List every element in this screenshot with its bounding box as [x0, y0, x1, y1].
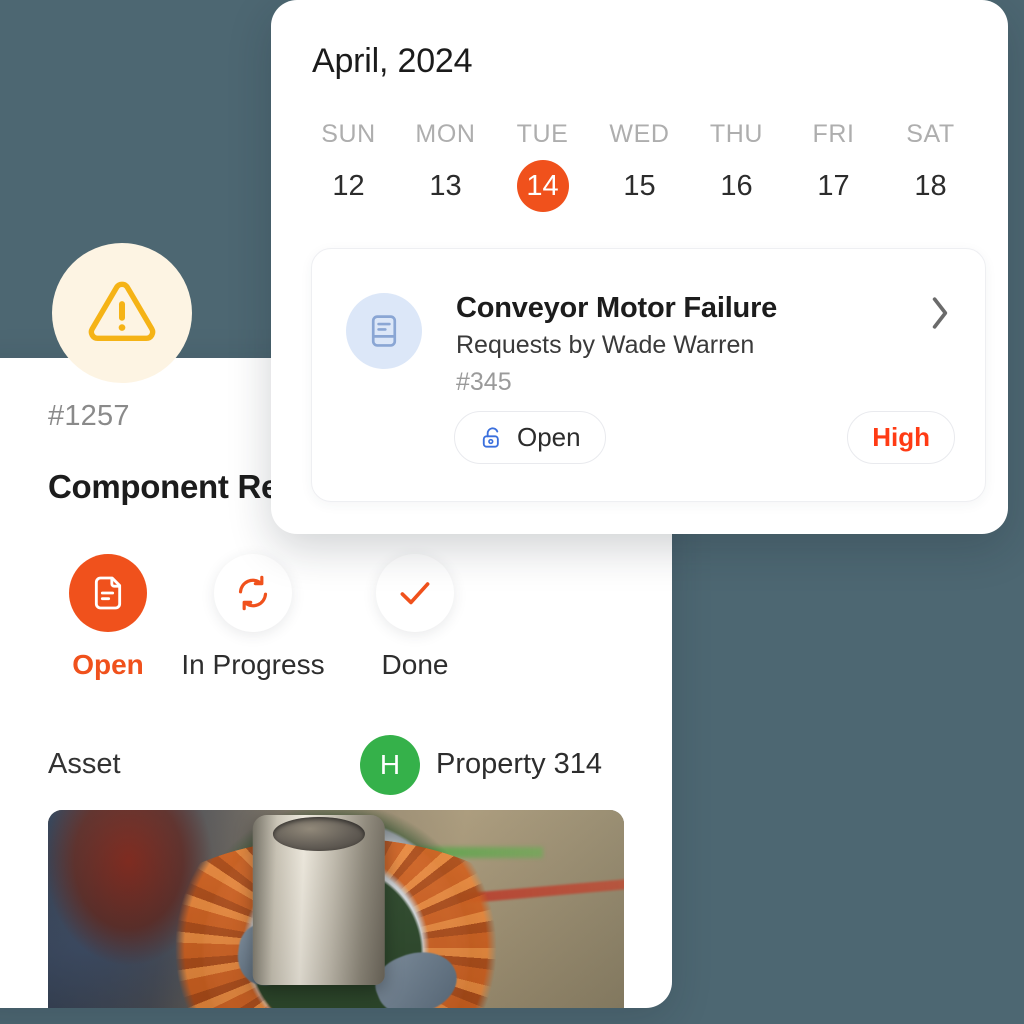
request-priority-chip[interactable]: High — [847, 411, 955, 464]
status-step-in-progress-circle[interactable] — [214, 554, 292, 632]
status-step-open-circle[interactable] — [69, 554, 147, 632]
calendar-day-sat[interactable]: SAT 18 — [882, 120, 979, 212]
calendar-date[interactable]: 18 — [905, 160, 957, 212]
calendar-dow-label: THU — [709, 120, 764, 148]
calendar-day-mon[interactable]: MON 13 — [397, 120, 494, 212]
status-steps: Open In Progress Done — [44, 554, 496, 681]
calendar-date[interactable]: 17 — [808, 160, 860, 212]
asset-row: Asset H Property 314 — [48, 734, 624, 795]
warning-triangle-icon — [88, 281, 156, 342]
calendar-day-sun[interactable]: SUN 12 — [300, 120, 397, 212]
calendar-dow-label: WED — [609, 120, 670, 148]
check-icon — [400, 582, 430, 605]
calendar-day-tue[interactable]: TUE 14 — [494, 120, 591, 212]
calendar-week-strip: SUN 12 MON 13 TUE 14 WED 15 THU 16 FRI 1… — [300, 120, 979, 212]
request-card[interactable]: Conveyor Motor Failure Requests by Wade … — [311, 248, 986, 502]
asset-label: Asset — [48, 748, 121, 780]
status-step-in-progress-label: In Progress — [181, 649, 325, 680]
calendar-month-title: April, 2024 — [312, 42, 473, 80]
status-step-done-circle[interactable] — [376, 554, 454, 632]
request-number: #345 — [456, 368, 512, 396]
calendar-date[interactable]: 15 — [614, 160, 666, 212]
status-step-done[interactable]: Done — [334, 554, 496, 681]
ticket-title: Component Re — [48, 468, 280, 505]
sync-refresh-icon — [238, 575, 268, 611]
calendar-dow-label: FRI — [812, 120, 855, 148]
asset-value-group[interactable]: H Property 314 — [360, 734, 603, 795]
calendar-dow-label: MON — [415, 120, 476, 148]
calendar-date-selected[interactable]: 14 — [516, 160, 569, 212]
calendar-dow-label: SUN — [321, 120, 376, 148]
calendar-date[interactable]: 16 — [711, 160, 763, 212]
chevron-right-icon — [932, 297, 948, 329]
book-document-icon — [371, 315, 397, 347]
calendar-day-thu[interactable]: THU 16 — [688, 120, 785, 212]
request-icon-wrapper — [346, 293, 422, 369]
asset-value: Property 314 — [436, 748, 603, 780]
unlock-icon — [482, 426, 499, 448]
calendar-dow-label: TUE — [516, 120, 569, 148]
status-step-done-label: Done — [381, 649, 449, 680]
document-icon — [94, 576, 122, 610]
calendar-dow-label: SAT — [906, 120, 955, 148]
asset-avatar: H — [360, 734, 420, 795]
request-subtitle: Requests by Wade Warren — [456, 331, 755, 359]
request-status-label: Open — [517, 422, 581, 452]
request-title: Conveyor Motor Failure — [456, 292, 778, 324]
calendar-day-fri[interactable]: FRI 17 — [785, 120, 882, 212]
calendar-day-wed[interactable]: WED 15 — [591, 120, 688, 212]
request-status-chip[interactable]: Open — [454, 411, 606, 464]
request-chevron-button[interactable] — [927, 293, 953, 338]
warning-badge — [52, 243, 192, 383]
photo-shading — [48, 810, 624, 1008]
calendar-date[interactable]: 13 — [420, 160, 472, 212]
status-step-open[interactable]: Open — [44, 554, 172, 681]
ticket-id: #1257 — [48, 400, 130, 432]
status-step-in-progress[interactable]: In Progress — [172, 554, 334, 681]
status-step-open-label: Open — [72, 649, 144, 680]
motor-stator-photo — [48, 810, 624, 1008]
request-priority-label: High — [872, 422, 930, 452]
calendar-date[interactable]: 12 — [323, 160, 375, 212]
